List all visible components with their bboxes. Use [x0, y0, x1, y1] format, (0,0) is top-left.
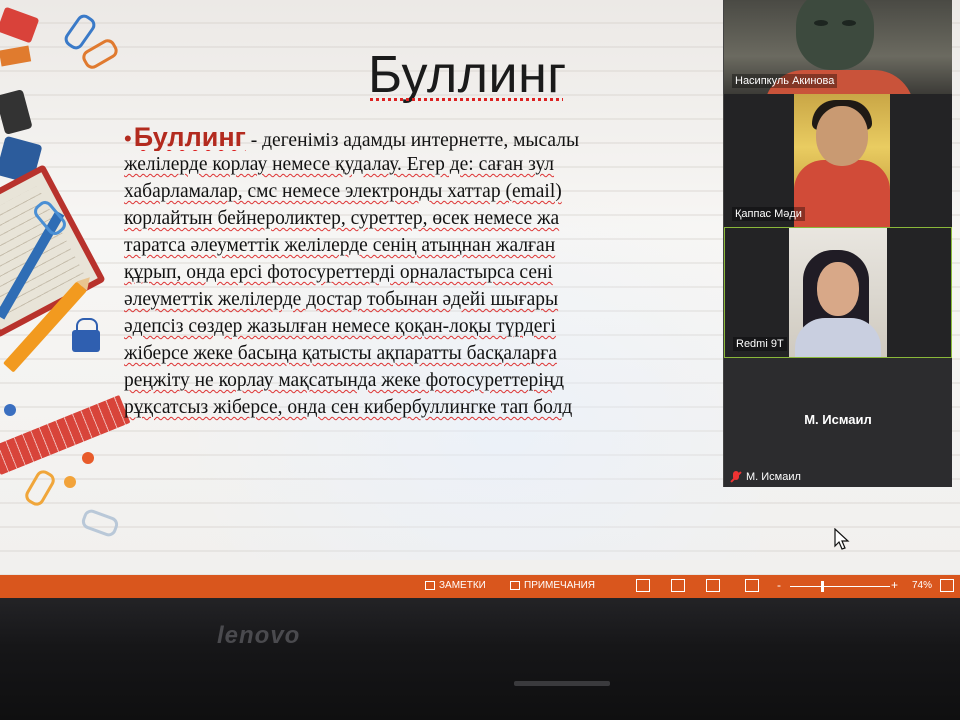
hinge: [514, 681, 610, 686]
participant-name: Насипкуль Акинова: [732, 74, 838, 88]
bullet-term: Буллинг: [133, 124, 246, 151]
pushpin-decoration: [64, 476, 76, 488]
participant-tile[interactable]: М. Исмаил М. Исмаил: [724, 358, 952, 487]
move-cursor-icon: [834, 528, 850, 550]
mic-muted-icon: [730, 471, 742, 483]
zoom-slider-thumb[interactable]: [821, 581, 824, 592]
laptop-brand-logo: lenovo: [217, 622, 301, 649]
video-panel: Насипкуль Акинова Қаппас Мәди Redmi 9T М…: [723, 0, 952, 487]
body-line-text: - дегеніміз адамды интернетте, мысалы: [245, 130, 580, 151]
body-line: корлайтын бейнероликтер, суреттер, өсек …: [124, 208, 560, 229]
participant-name: Redmi 9T: [733, 337, 787, 351]
status-bar: ЗАМЕТКИ ПРИМЕЧАНИЯ - + 74%: [0, 575, 960, 598]
participant-name: М. Исмаил: [746, 471, 801, 483]
body-line: реңжіту не корлау мақсатында жеке фотосу…: [124, 370, 565, 391]
participant-name: Қаппас Мәди: [732, 207, 805, 221]
binder-clip-decoration: [72, 318, 100, 352]
bullet: •: [124, 126, 132, 151]
zoom-in-button[interactable]: +: [891, 578, 898, 592]
notes-button[interactable]: ЗАМЕТКИ: [425, 580, 486, 591]
slide-body: •Буллинг - дегеніміз адамды интернетте, …: [124, 124, 724, 421]
body-line: хабарламалар, смс немесе электронды хатт…: [124, 181, 562, 202]
reading-view-icon[interactable]: [706, 579, 720, 592]
marker-decoration: [0, 45, 32, 67]
notes-icon: [425, 581, 435, 590]
zoom-slider[interactable]: [790, 586, 890, 587]
clip-decoration: [0, 89, 33, 135]
paperclip-icon: [22, 467, 58, 509]
participant-tile-active[interactable]: Redmi 9T: [724, 227, 952, 358]
body-line: таратса әлеуметтік желілерде сенің атыңн…: [124, 235, 556, 256]
zoom-out-button[interactable]: -: [777, 578, 781, 592]
ruler-decoration: [0, 394, 131, 476]
participant-video: [794, 94, 890, 227]
body-line: рұқсатсыз жіберсе, онда сен кибербуллинг…: [124, 397, 573, 418]
participant-placeholder-name: М. Исмаил: [804, 412, 872, 427]
slide-title: Буллинг: [368, 46, 567, 104]
pushpin-decoration: [82, 452, 94, 464]
body-line: желілерде корлау немесе қудалау. Егер де…: [124, 154, 555, 175]
paperclip-icon: [79, 36, 121, 72]
comments-button[interactable]: ПРИМЕЧАНИЯ: [510, 580, 595, 591]
participant-video: [796, 0, 874, 70]
laptop-bezel: [0, 598, 960, 720]
slide-sorter-icon[interactable]: [671, 579, 685, 592]
pushpin-decoration: [4, 404, 16, 416]
participant-tile[interactable]: Қаппас Мәди: [724, 94, 952, 227]
participant-tile[interactable]: Насипкуль Акинова: [724, 0, 952, 94]
body-line: •Буллинг - дегеніміз адамды интернетте, …: [124, 124, 724, 151]
slideshow-icon[interactable]: [745, 579, 759, 592]
body-line: жіберсе жеке басыңа қатысты ақпаратты ба…: [124, 343, 557, 364]
participant-video: [789, 228, 887, 357]
body-line: құрып, онда ерсі фотосуреттерді орналаст…: [124, 262, 553, 283]
fit-to-window-icon[interactable]: [940, 579, 954, 592]
eraser-decoration: [0, 6, 40, 44]
comments-icon: [510, 581, 520, 590]
paperclip-icon: [79, 507, 121, 539]
zoom-level[interactable]: 74%: [912, 580, 932, 591]
body-line: әдепсіз сөздер жазылған немесе қоқан-лоқ…: [124, 316, 556, 337]
body-line: әлеуметтік желілерде достар тобынан әдей…: [124, 289, 559, 310]
normal-view-icon[interactable]: [636, 579, 650, 592]
screen: Буллинг •Буллинг - дегеніміз адамды инте…: [0, 0, 960, 598]
